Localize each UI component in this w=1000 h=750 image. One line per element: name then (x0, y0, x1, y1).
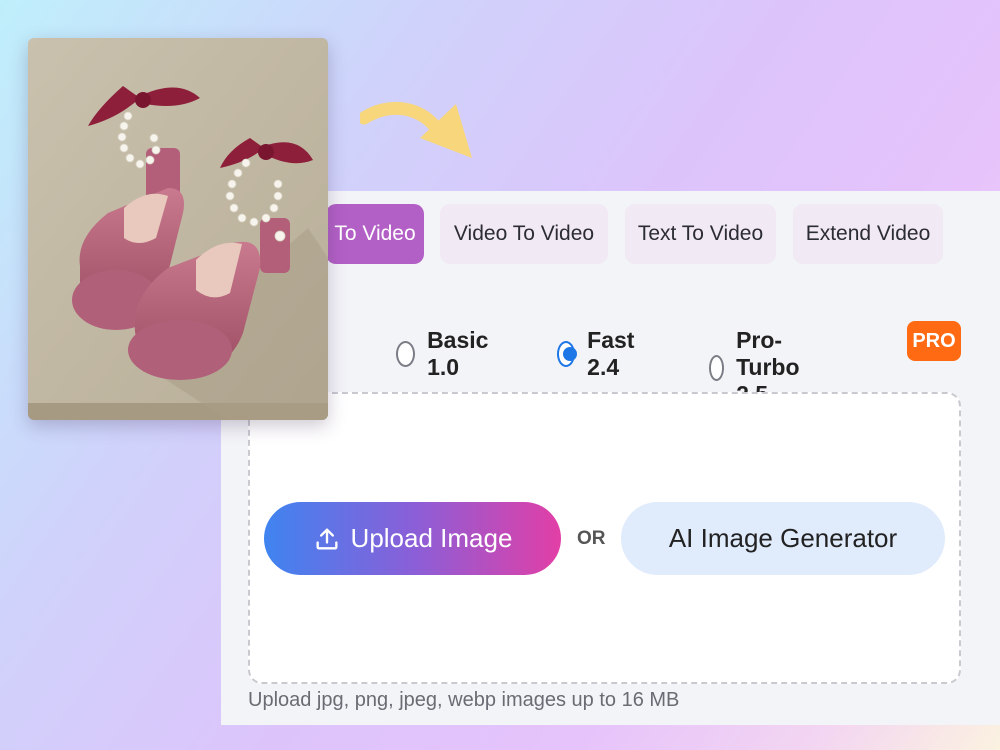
ai-image-generator-button[interactable]: AI Image Generator (621, 502, 945, 575)
radio-button-icon[interactable] (557, 341, 578, 367)
upload-hint: Upload jpg, png, jpeg, webp images up to… (248, 689, 680, 711)
tab-extend-video[interactable]: Extend Video (793, 204, 943, 264)
upload-image-button[interactable]: Upload Image (264, 502, 561, 575)
upload-button-label: Upload Image (350, 523, 513, 553)
shoe-product-photo (28, 38, 328, 420)
model-label: Fast 2.4 (587, 327, 635, 380)
video-generator-panel: To Video Video To Video Text To Video Ex… (221, 191, 1000, 725)
upload-icon (316, 528, 338, 549)
radio-button-icon[interactable] (709, 354, 725, 381)
pro-badge: PRO (907, 321, 961, 361)
tab-text-to-video[interactable]: Text To Video (625, 204, 776, 264)
radio-button-icon[interactable] (396, 341, 416, 367)
curved-arrow-icon (360, 101, 472, 158)
model-option-basic[interactable]: Basic 1.0 (396, 327, 495, 381)
tab-video-to-video[interactable]: Video To Video (440, 204, 608, 264)
model-label: Basic 1.0 (427, 327, 489, 380)
shoes-image (28, 38, 328, 420)
tab-image-to-video[interactable]: To Video (326, 204, 424, 264)
or-divider: OR (577, 528, 606, 549)
model-option-fast[interactable]: Fast 2.4 (557, 327, 642, 381)
